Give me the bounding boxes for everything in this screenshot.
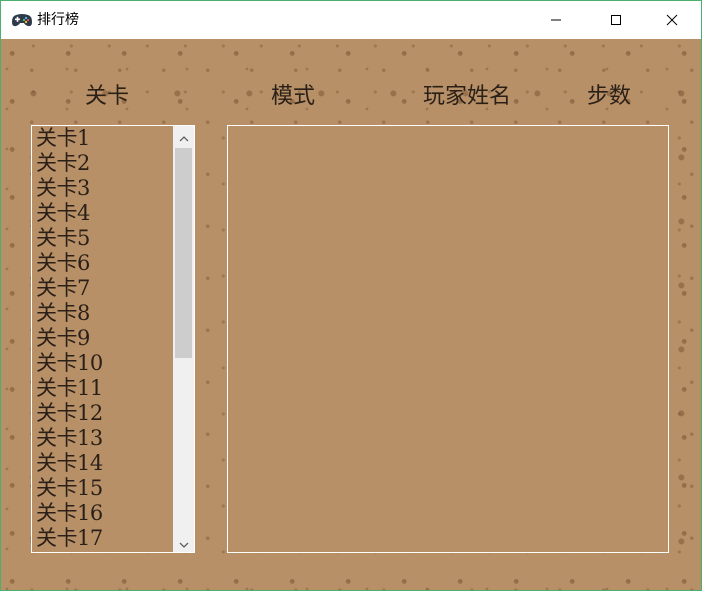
maximize-button[interactable] (593, 1, 639, 39)
level-list-item[interactable]: 关卡8 (32, 301, 172, 326)
level-list-item[interactable]: 关卡4 (32, 201, 172, 226)
minimize-button[interactable] (533, 1, 579, 39)
level-list-item[interactable]: 关卡10 (32, 351, 172, 376)
scrollbar-thumb[interactable] (175, 148, 192, 358)
maximize-icon (610, 11, 622, 30)
level-list-item[interactable]: 关卡5 (32, 226, 172, 251)
level-list-item[interactable]: 关卡17 (32, 526, 172, 551)
level-list-scrollbar[interactable] (173, 126, 194, 552)
level-list-item[interactable]: 关卡2 (32, 151, 172, 176)
title-bar[interactable]: 排行榜 (1, 1, 701, 39)
scroll-down-button[interactable] (173, 532, 194, 552)
mode-column-header: 模式 (271, 84, 316, 109)
content-area: 关卡 模式 玩家姓名 步数 关卡1 关卡2 关卡3 关卡4 关卡5 关卡6 关卡7 关卡8 关卡… (1, 39, 701, 590)
level-list-item[interactable]: 关卡14 (32, 451, 172, 476)
level-list-item[interactable]: 关卡15 (32, 476, 172, 501)
level-list-item[interactable]: 关卡6 (32, 251, 172, 276)
minimize-icon (550, 11, 562, 30)
chevron-up-icon (179, 127, 189, 146)
level-list: 关卡1 关卡2 关卡3 关卡4 关卡5 关卡6 关卡7 关卡8 关卡9 关卡10 关卡11 关卡12 关… (32, 126, 172, 551)
close-button[interactable] (649, 1, 695, 39)
level-listbox[interactable]: 关卡1 关卡2 关卡3 关卡4 关卡5 关卡6 关卡7 关卡8 关卡9 关卡10 关卡11 关卡12 关… (31, 125, 195, 553)
leaderboard-results-panel[interactable] (227, 125, 669, 553)
level-list-item[interactable]: 关卡9 (32, 326, 172, 351)
level-list-item[interactable]: 关卡11 (32, 376, 172, 401)
level-list-item[interactable]: 关卡13 (32, 426, 172, 451)
level-list-item[interactable]: 关卡1 (32, 126, 172, 151)
leaderboard-window: 排行榜 关卡 模式 玩家姓名 步数 关卡1 关卡2 关卡3 关卡4 关卡5 关卡6 关卡7 关… (0, 0, 702, 591)
window-title: 排行榜 (37, 12, 79, 28)
gamepad-icon (11, 12, 33, 28)
chevron-down-icon (179, 533, 189, 552)
level-list-item[interactable]: 关卡7 (32, 276, 172, 301)
level-list-item[interactable]: 关卡3 (32, 176, 172, 201)
steps-column-header: 步数 (587, 84, 632, 109)
player-name-column-header: 玩家姓名 (423, 84, 512, 109)
level-list-item[interactable]: 关卡16 (32, 501, 172, 526)
scroll-up-button[interactable] (173, 126, 194, 146)
level-list-item[interactable]: 关卡12 (32, 401, 172, 426)
level-column-header: 关卡 (85, 84, 130, 109)
close-icon (666, 11, 678, 30)
